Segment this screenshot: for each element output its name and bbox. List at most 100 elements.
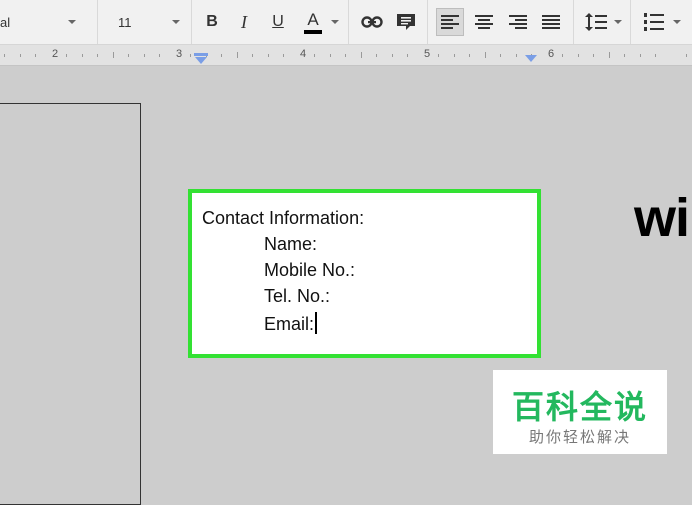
watermark-title: 百科全说 (511, 389, 648, 425)
ruler-tick (376, 54, 377, 57)
font-family-value: al (0, 14, 11, 30)
insert-link-button[interactable] (358, 8, 386, 36)
toolbar-divider (191, 0, 192, 44)
align-left-icon (441, 14, 459, 29)
toolbar-divider (630, 0, 631, 44)
ruler-tick (655, 54, 656, 57)
tel-line: Tel. No.: (264, 286, 331, 306)
align-right-button[interactable] (504, 8, 532, 36)
email-label: Email: (264, 314, 315, 334)
justify-button[interactable] (537, 8, 565, 36)
ruler-tick (345, 54, 346, 57)
line-spacing-icon (585, 13, 607, 31)
toolbar-divider (348, 0, 349, 44)
ruler-tick (19, 54, 21, 57)
insert-comment-button[interactable] (392, 8, 420, 36)
ruler-tick (314, 54, 315, 57)
ruler-tick (128, 54, 129, 57)
ruler-tick (562, 54, 563, 57)
ruler-tick (608, 52, 610, 58)
ruler-tick (66, 54, 67, 57)
text-color-label: A (307, 10, 319, 29)
ruler-tick (407, 54, 408, 57)
email-line: Email: (264, 312, 318, 335)
ruler-tick (283, 54, 284, 57)
ruler-tick (438, 54, 439, 57)
contact-info-textbox[interactable]: Contact Information: Name: Mobile No.: T… (188, 189, 541, 358)
background-heading-text: wi (634, 188, 690, 248)
align-center-button[interactable] (470, 8, 498, 36)
underline-button[interactable]: U (264, 8, 292, 36)
ruler[interactable]: 2 3 4 5 6 (0, 45, 692, 66)
ruler-tick (391, 54, 393, 57)
ruler-tick (190, 54, 191, 57)
first-line-indent-marker[interactable] (195, 57, 207, 64)
ruler-tick (81, 54, 83, 57)
ruler-tick (593, 54, 594, 57)
chevron-down-icon (68, 20, 77, 24)
underline-label: U (272, 13, 284, 30)
watermark-logo: 百科全说 助你轻松解决 (493, 370, 667, 454)
align-right-icon (509, 14, 527, 29)
right-indent-marker[interactable] (525, 55, 537, 62)
adjacent-page (0, 103, 141, 505)
text-cursor (315, 312, 318, 334)
text-color-swatch (304, 30, 322, 34)
italic-button[interactable]: I (230, 8, 258, 36)
ruler-tick (143, 54, 145, 57)
ruler-tick (267, 54, 269, 57)
line-spacing-button[interactable] (582, 8, 610, 36)
link-icon (361, 16, 383, 28)
ruler-number: 2 (52, 48, 59, 60)
ruler-tick (484, 52, 486, 58)
justify-icon (542, 14, 560, 29)
numbered-list-button[interactable] (640, 8, 668, 36)
align-left-button[interactable] (436, 8, 464, 36)
chevron-down-icon[interactable] (614, 20, 622, 24)
name-line: Name: (264, 234, 318, 254)
bold-button[interactable]: B (198, 8, 226, 36)
ruler-number: 3 (176, 48, 183, 60)
ruler-tick (221, 54, 222, 57)
font-size-value: 11 (118, 14, 132, 30)
ruler-tick (236, 52, 238, 58)
ruler-tick (639, 54, 641, 57)
left-indent-marker[interactable] (194, 53, 208, 56)
bold-label: B (206, 13, 218, 30)
toolbar-divider (427, 0, 428, 44)
contact-information-heading: Contact Information: (202, 208, 365, 228)
chevron-down-icon[interactable] (673, 20, 681, 24)
ruler-number: 4 (300, 48, 307, 60)
text-color-button[interactable]: A (299, 8, 327, 36)
ruler-tick (329, 54, 331, 57)
ruler-tick (686, 54, 687, 57)
numbered-list-icon (644, 13, 664, 31)
ruler-tick (252, 54, 253, 57)
toolbar-divider (97, 0, 98, 44)
ruler-tick (159, 54, 160, 57)
ruler-tick (500, 54, 501, 57)
italic-label: I (241, 11, 247, 32)
font-size-dropdown[interactable]: 11 (104, 0, 188, 44)
align-center-icon (475, 14, 493, 29)
comment-icon (397, 14, 415, 30)
ruler-tick (112, 52, 114, 58)
ruler-tick (453, 54, 455, 57)
ruler-tick (4, 54, 5, 57)
ruler-tick (624, 54, 625, 57)
font-family-dropdown[interactable]: al (0, 0, 92, 44)
ruler-tick (515, 54, 517, 57)
ruler-number: 6 (548, 48, 555, 60)
toolbar-divider (573, 0, 574, 44)
watermark-subtitle: 助你轻松解决 (528, 429, 631, 446)
ruler-number: 5 (424, 48, 431, 60)
mobile-line: Mobile No.: (264, 260, 356, 280)
ruler-tick (360, 52, 362, 58)
chevron-down-icon[interactable] (331, 20, 339, 24)
ruler-tick (577, 54, 579, 57)
ruler-tick (469, 54, 470, 57)
text-color-icon: A (304, 10, 322, 34)
ruler-tick (35, 54, 36, 57)
chevron-down-icon (171, 20, 180, 24)
toolbar: al 11 B I U A (0, 0, 692, 45)
